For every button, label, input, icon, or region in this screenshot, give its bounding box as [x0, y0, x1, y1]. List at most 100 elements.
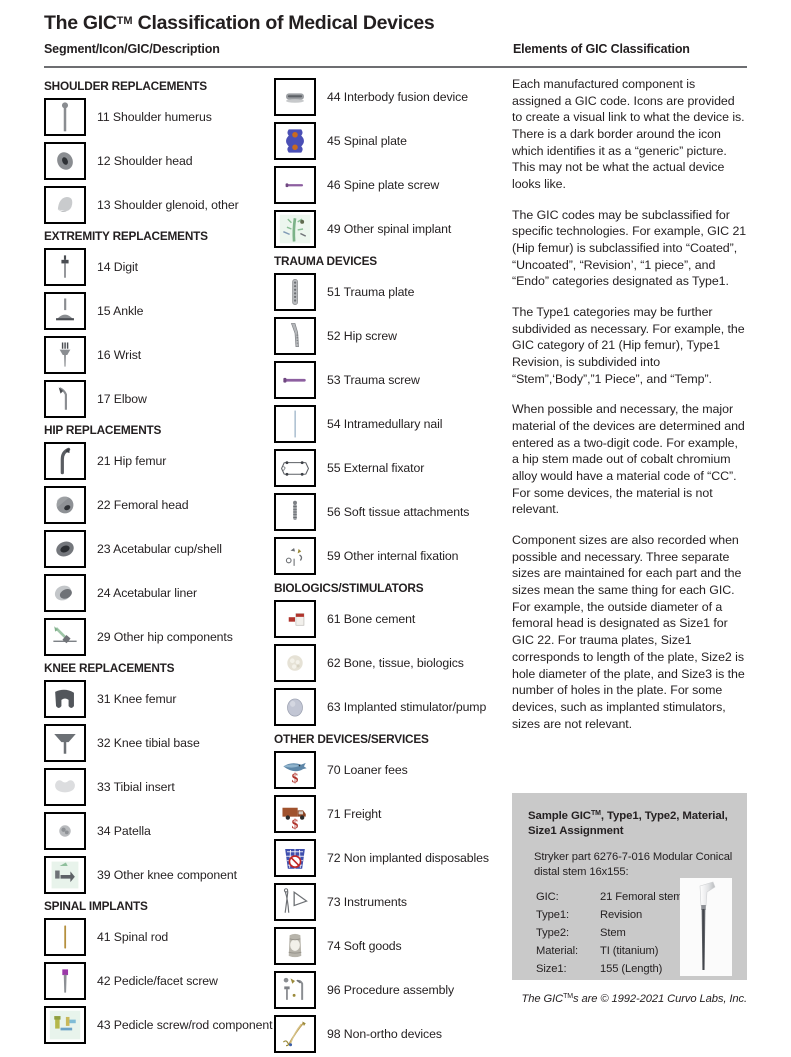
gic-item-55[interactable]: 55 External fixator [274, 447, 500, 489]
gic-item-24[interactable]: 24 Acetabular liner [44, 572, 270, 614]
gic-item-label: 44 Interbody fusion device [327, 89, 468, 104]
sample-attribute-key: Material: [536, 944, 578, 957]
document-page: The GICTM Classification of Medical Devi… [0, 0, 791, 1053]
gic-item-53[interactable]: 53 Trauma screw [274, 359, 500, 401]
paragraph-1: Each manufactured component is assigned … [512, 77, 745, 192]
gic-item-label: 14 Digit [97, 259, 138, 274]
gic-item-98[interactable]: 98 Non-ortho devices [274, 1013, 500, 1055]
shoulder-glenoid-icon [44, 185, 86, 224]
external-fixator-icon [274, 448, 316, 487]
sample-attribute-key: GIC: [536, 891, 559, 903]
other-hip-components-icon [44, 617, 86, 656]
gic-item-11[interactable]: 11 Shoulder humerus [44, 96, 270, 138]
gic-item-32[interactable]: 32 Knee tibial base [44, 722, 270, 764]
gic-item-59[interactable]: 59 Other internal fixation [274, 535, 500, 577]
gic-item-45[interactable]: 45 Spinal plate [274, 120, 500, 162]
segment-heading: SHOULDER REPLACEMENTS [44, 79, 207, 93]
gic-item-70[interactable]: $70 Loaner fees [274, 749, 500, 791]
sample-attribute-value: Revision [600, 908, 643, 921]
gic-item-label: 34 Patella [97, 823, 151, 838]
gic-item-49[interactable]: 49 Other spinal implant [274, 208, 500, 250]
gic-item-33[interactable]: 33 Tibial insert [44, 766, 270, 808]
gic-item-label: 59 Other internal fixation [327, 548, 459, 563]
sample-attribute-row: GIC: 21 Femoral stem [536, 890, 683, 906]
other-knee-component-icon [44, 855, 86, 894]
gic-item-52[interactable]: 52 Hip screw [274, 315, 500, 357]
gic-item-96[interactable]: 96 Procedure assembly [274, 969, 500, 1011]
spinal-plate-icon [274, 122, 316, 160]
sample-attribute-value: 21 Femoral stem [600, 891, 683, 903]
gic-item-61[interactable]: 61 Bone cement [274, 598, 500, 640]
gic-item-12[interactable]: 12 Shoulder head [44, 140, 270, 182]
gic-item-label: 13 Shoulder glenoid, other [97, 197, 239, 212]
freight-truck-icon: $ [274, 794, 316, 833]
footer-text-a: The GIC [521, 993, 564, 1005]
gic-item-label: 15 Ankle [97, 303, 144, 318]
gic-item-label: 12 Shoulder head [97, 153, 193, 168]
gic-item-44[interactable]: 44 Interbody fusion device [274, 76, 500, 118]
sample-attribute-value: Stem [600, 926, 626, 939]
sample-attribute-table: GIC: 21 Femoral stem Type1: Revision Type2: S… [534, 888, 684, 980]
gic-item-21[interactable]: 21 Hip femur [44, 440, 270, 482]
gic-item-23[interactable]: 23 Acetabular cup/shell [44, 528, 270, 570]
gic-item-74[interactable]: 74 Soft goods [274, 925, 500, 967]
gic-item-63[interactable]: 63 Implanted stimulator/pump [274, 686, 500, 728]
gic-item-46[interactable]: 46 Spine plate screw [274, 164, 500, 206]
copyright-footer: The GICTMs are © 1992-2021 Curvo Labs, I… [522, 993, 748, 1005]
gic-item-56[interactable]: 56 Soft tissue attachments [274, 491, 500, 533]
bone-tissue-biologics-icon [274, 643, 316, 682]
gic-item-label: 45 Spinal plate [327, 133, 407, 148]
gic-item-22[interactable]: 22 Femoral head [44, 484, 270, 526]
spine-plate-screw-icon [274, 166, 316, 204]
gic-item-72[interactable]: 72 Non implanted disposables [274, 837, 500, 879]
document-header: The GICTM Classification of Medical Devi… [44, 12, 747, 62]
gic-item-42[interactable]: 42 Pedicle/facet screw [44, 960, 270, 1002]
ankle-icon [44, 291, 86, 330]
gic-item-43[interactable]: 43 Pedicle screw/rod component [44, 1004, 273, 1046]
gic-item-15[interactable]: 15 Ankle [44, 290, 270, 332]
tibial-insert-icon [44, 767, 86, 806]
gic-item-label: 53 Trauma screw [327, 372, 420, 387]
segment-heading: EXTREMITY REPLACEMENTS [44, 228, 208, 243]
gic-item-14[interactable]: 14 Digit [44, 246, 270, 288]
gic-item-34[interactable]: 34 Patella [44, 810, 270, 852]
gic-item-71[interactable]: $71 Freight [274, 793, 500, 835]
gic-item-label: 46 Spine plate screw [327, 177, 440, 192]
gic-item-17[interactable]: 17 Elbow [44, 378, 270, 420]
gic-item-label: 49 Other spinal implant [327, 221, 452, 236]
knee-tibial-base-icon [44, 723, 86, 762]
gic-item-label: 39 Other knee component [97, 867, 237, 882]
svg-text:$: $ [292, 816, 299, 831]
footer-text-b: s are © 1992-2021 Curvo Labs, Inc. [573, 993, 747, 1005]
gic-item-label: 54 Intramedullary nail [327, 416, 443, 431]
paragraph-3: The Type1 categories may be further subd… [512, 305, 745, 386]
sample-title-a: Sample GIC [528, 810, 591, 822]
gic-item-54[interactable]: 54 Intramedullary nail [274, 403, 500, 445]
pedicle-screw-rod-component-icon [44, 1005, 86, 1044]
sample-assignment-box: Sample GICTM, Type1, Type2, Material, Si… [512, 793, 747, 980]
gic-item-label: 33 Tibial insert [97, 779, 175, 794]
gic-item-39[interactable]: 39 Other knee component [44, 854, 270, 896]
paragraph-2: The GIC codes may be subclassified for s… [512, 207, 747, 289]
gic-item-31[interactable]: 31 Knee femur [44, 678, 270, 720]
subheading-right: Elements of GIC Classification [513, 42, 690, 57]
intramedullary-nail-icon [274, 404, 316, 443]
gic-item-73[interactable]: 73 Instruments [274, 881, 500, 923]
acetabular-liner-icon [44, 573, 86, 612]
gic-item-label: 17 Elbow [97, 391, 147, 406]
subheading-row: Segment/Icon/GIC/Description Elements of… [44, 42, 747, 62]
sample-attribute-key: Type1: [536, 908, 569, 921]
gic-item-62[interactable]: 62 Bone, tissue, biologics [274, 642, 500, 684]
loaner-fees-icon: $ [274, 750, 316, 789]
gic-item-51[interactable]: 51 Trauma plate [274, 271, 500, 313]
footer-trademark-symbol: TM [563, 993, 573, 1000]
sample-attribute-value: 155 (Length) [600, 962, 663, 975]
gic-item-41[interactable]: 41 Spinal rod [44, 916, 270, 958]
digit-icon [44, 247, 86, 286]
gic-item-16[interactable]: 16 Wrist [44, 334, 270, 376]
sample-trademark-symbol: TM [590, 810, 601, 817]
gic-item-13[interactable]: 13 Shoulder glenoid, other [44, 184, 270, 226]
gic-item-29[interactable]: 29 Other hip components [44, 616, 270, 658]
gic-item-label: 56 Soft tissue attachments [327, 504, 470, 519]
gic-item-label: 63 Implanted stimulator/pump [327, 699, 487, 714]
